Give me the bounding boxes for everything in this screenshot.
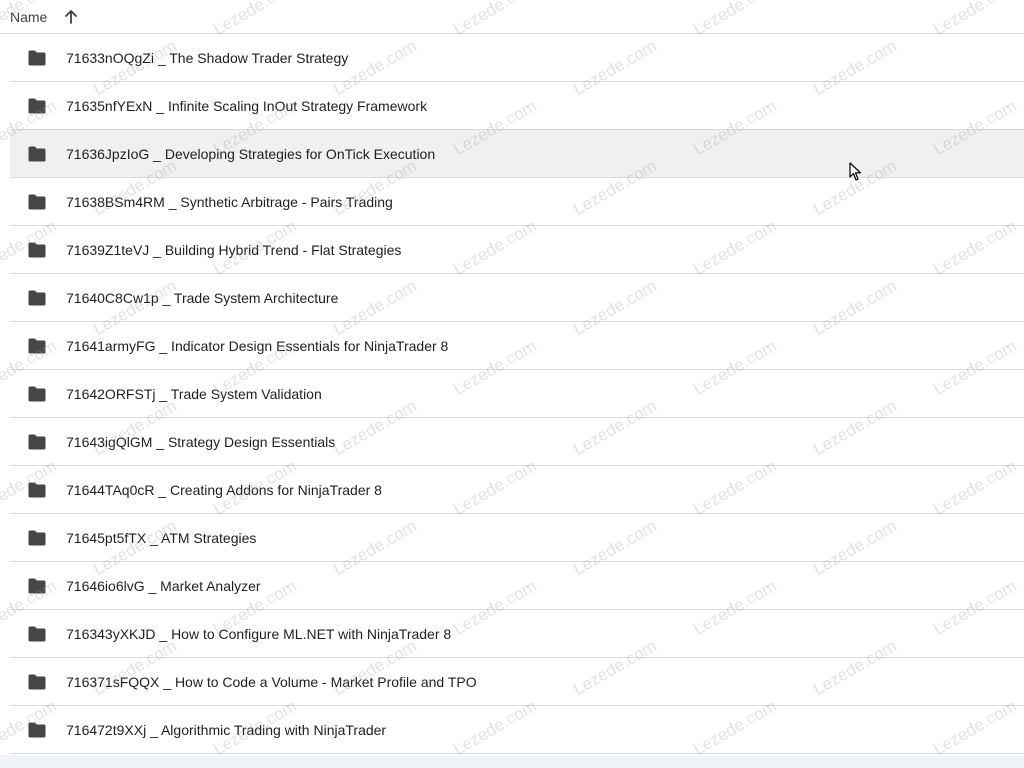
folder-name: 716472t9XXj _ Algorithmic Trading with N… (66, 721, 387, 738)
list-header: Name (0, 0, 1024, 34)
folder-icon (27, 97, 49, 115)
bottom-strip (0, 755, 1024, 768)
folder-name: 71635nfYExN _ Infinite Scaling InOut Str… (66, 97, 428, 114)
folder-name: 71640C8Cw1p _ Trade System Architecture (66, 289, 339, 306)
folder-row[interactable]: 71633nOQgZi _ The Shadow Trader Strategy (10, 34, 1024, 82)
folder-name: 71639Z1teVJ _ Building Hybrid Trend - Fl… (66, 241, 402, 258)
folder-icon (27, 385, 49, 403)
folder-icon (27, 433, 49, 451)
folder-icon (27, 481, 49, 499)
folder-name: 71636JpzIoG _ Developing Strategies for … (66, 145, 436, 162)
folder-name: 71644TAq0cR _ Creating Addons for NinjaT… (66, 481, 382, 498)
folder-row[interactable]: 71641armyFG _ Indicator Design Essential… (10, 322, 1024, 370)
folder-icon (27, 241, 49, 259)
folder-icon (27, 49, 49, 67)
folder-icon (27, 529, 49, 547)
folder-row[interactable]: 71645pt5fTX _ ATM Strategies (10, 514, 1024, 562)
folder-row[interactable]: 716472t9XXj _ Algorithmic Trading with N… (10, 706, 1024, 754)
folder-row[interactable]: 71646io6lvG _ Market Analyzer (10, 562, 1024, 610)
name-column-header[interactable]: Name (10, 9, 47, 25)
folder-row[interactable]: 71640C8Cw1p _ Trade System Architecture (10, 274, 1024, 322)
arrow-up-icon[interactable] (63, 9, 79, 25)
folder-row[interactable]: 71638BSm4RM _ Synthetic Arbitrage - Pair… (10, 178, 1024, 226)
folder-icon (27, 145, 49, 163)
folder-row[interactable]: 71635nfYExN _ Infinite Scaling InOut Str… (10, 82, 1024, 130)
folder-icon (27, 577, 49, 595)
folder-row[interactable]: 71636JpzIoG _ Developing Strategies for … (10, 130, 1024, 178)
folder-icon (27, 337, 49, 355)
folder-row[interactable]: 71639Z1teVJ _ Building Hybrid Trend - Fl… (10, 226, 1024, 274)
folder-name: 71638BSm4RM _ Synthetic Arbitrage - Pair… (66, 193, 393, 210)
folder-row[interactable]: 71644TAq0cR _ Creating Addons for NinjaT… (10, 466, 1024, 514)
folder-name: 716343yXKJD _ How to Configure ML.NET wi… (66, 625, 452, 642)
folder-icon (27, 289, 49, 307)
folder-name: 71633nOQgZi _ The Shadow Trader Strategy (66, 49, 349, 66)
folder-row[interactable]: 716343yXKJD _ How to Configure ML.NET wi… (10, 610, 1024, 658)
folder-name: 71641armyFG _ Indicator Design Essential… (66, 337, 449, 354)
folder-icon (27, 721, 49, 739)
file-list-page: Name 71633nOQgZi _ The Shadow Trader Str… (0, 0, 1024, 768)
folder-name: 716371sFQQX _ How to Code a Volume - Mar… (66, 673, 477, 690)
folder-row[interactable]: 71642ORFSTj _ Trade System Validation (10, 370, 1024, 418)
folder-icon (27, 625, 49, 643)
folder-name: 71643igQlGM _ Strategy Design Essentials (66, 433, 336, 450)
folder-icon (27, 673, 49, 691)
folder-row[interactable]: 71643igQlGM _ Strategy Design Essentials (10, 418, 1024, 466)
folder-name: 71642ORFSTj _ Trade System Validation (66, 385, 322, 402)
folder-name: 71645pt5fTX _ ATM Strategies (66, 529, 257, 546)
folder-list: 71633nOQgZi _ The Shadow Trader Strategy… (10, 34, 1024, 754)
folder-name: 71646io6lvG _ Market Analyzer (66, 577, 261, 594)
folder-row[interactable]: 716371sFQQX _ How to Code a Volume - Mar… (10, 658, 1024, 706)
folder-icon (27, 193, 49, 211)
